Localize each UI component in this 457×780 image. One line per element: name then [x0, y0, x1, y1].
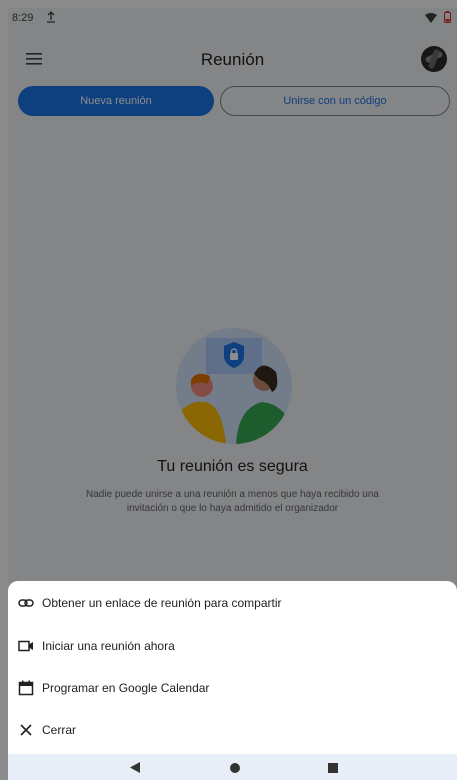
home-icon[interactable] [230, 763, 240, 773]
sheet-item-label: Programar en Google Calendar [42, 681, 210, 695]
new-meeting-bottom-sheet: Obtener un enlace de reunión para compar… [8, 581, 457, 754]
video-camera-icon [18, 640, 33, 652]
calendar-icon [18, 680, 34, 696]
link-icon [18, 599, 34, 607]
schedule-in-calendar-option[interactable]: Programar en Google Calendar [8, 670, 457, 706]
recents-icon[interactable] [328, 763, 338, 773]
sheet-item-label: Obtener un enlace de reunión para compar… [42, 596, 282, 610]
close-icon [20, 724, 32, 736]
sheet-item-label: Cerrar [42, 723, 77, 737]
get-meeting-link-option[interactable]: Obtener un enlace de reunión para compar… [8, 585, 457, 621]
back-icon[interactable] [130, 762, 140, 773]
start-meeting-now-option[interactable]: Iniciar una reunión ahora [8, 628, 457, 664]
sheet-item-label: Iniciar una reunión ahora [42, 639, 175, 653]
system-navigation-bar [8, 754, 457, 780]
close-option[interactable]: Cerrar [8, 712, 457, 748]
